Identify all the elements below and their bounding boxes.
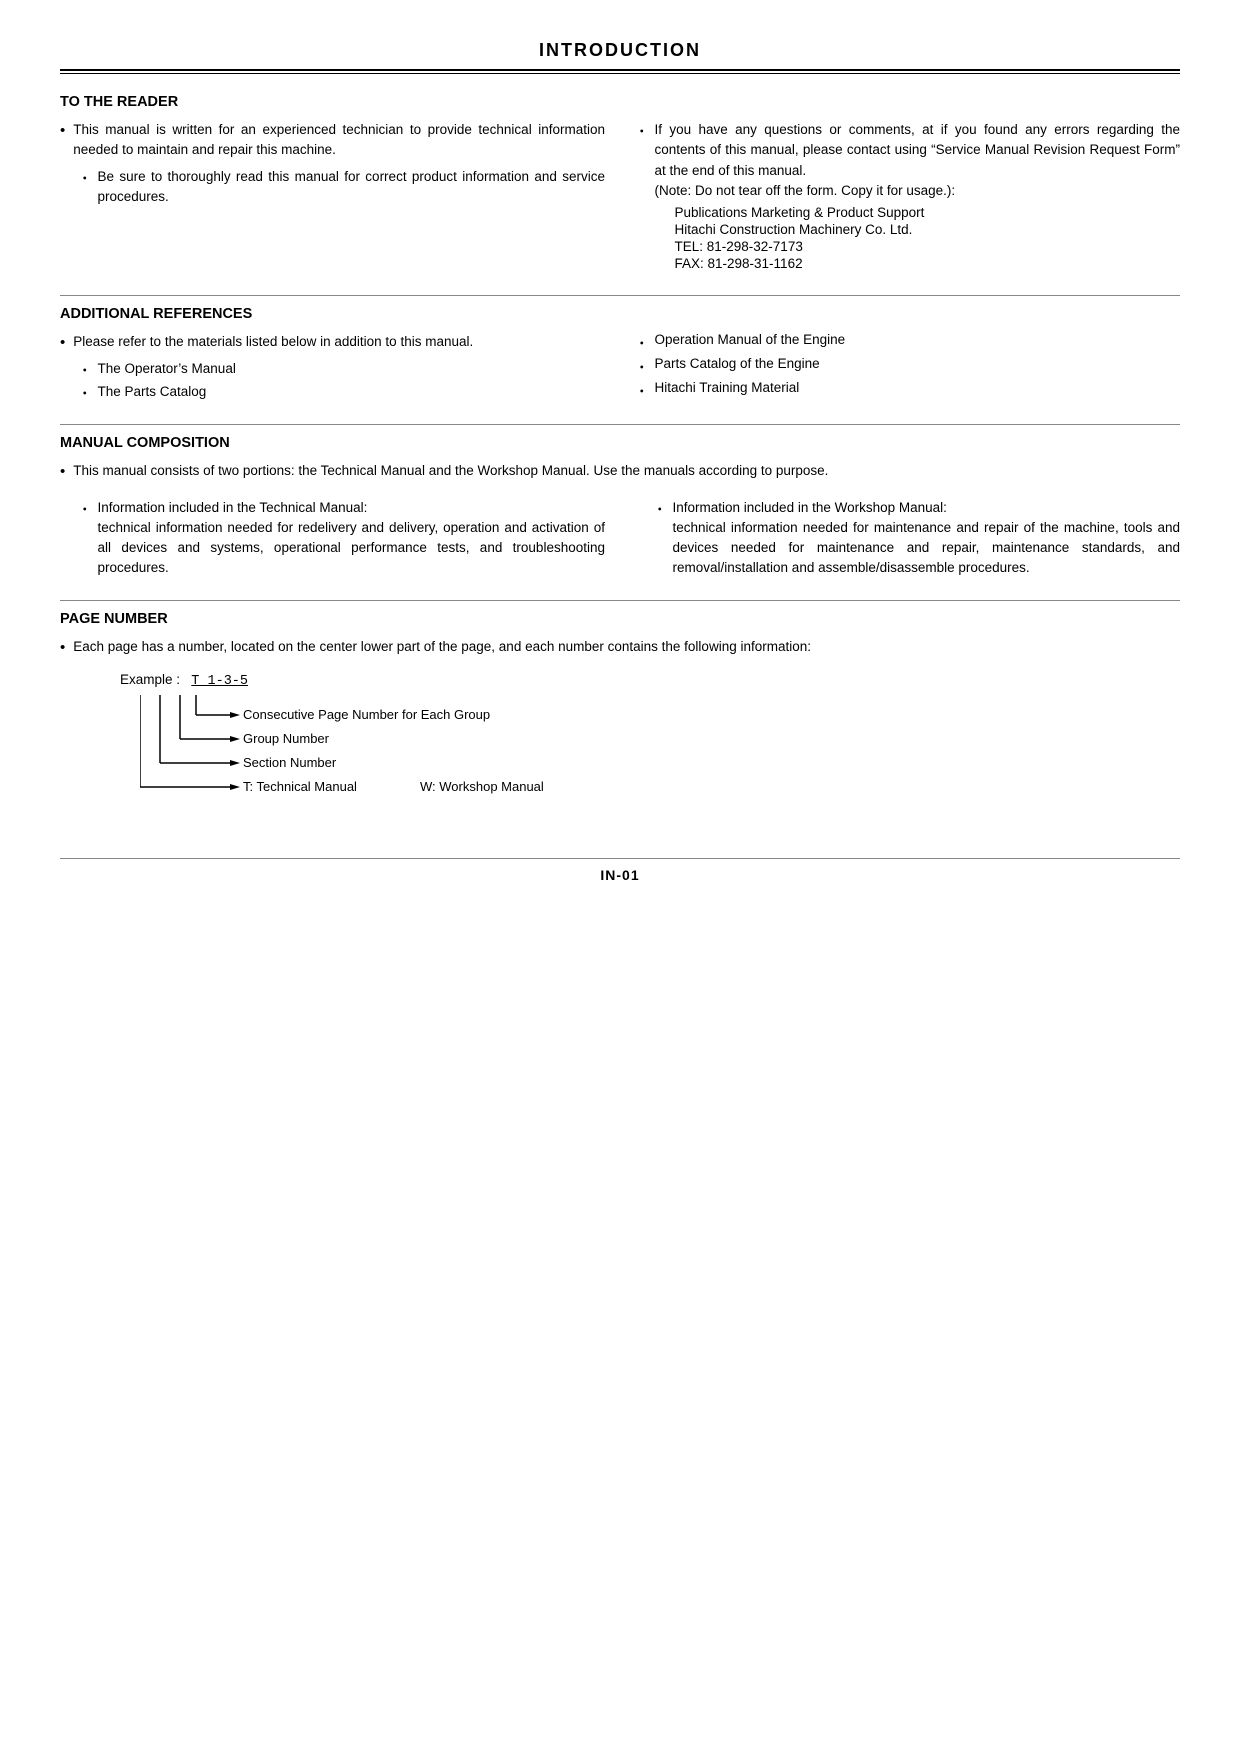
right-item-dot-1: ・	[635, 332, 649, 352]
section-rule-additional	[60, 295, 1180, 296]
reader-bullet-1: • This manual is written for an experien…	[60, 120, 605, 161]
contact-line-1: Publications Marketing & Product Support	[675, 205, 1181, 220]
additional-sub-2: ・ The Parts Catalog	[78, 382, 605, 402]
additional-left-col: • Please refer to the materials listed b…	[60, 332, 605, 406]
section-manual-composition: MANUAL COMPOSITION • This manual consist…	[60, 435, 1180, 582]
composition-right-label: Information included in the Workshop Man…	[673, 500, 947, 515]
title-rule-bottom	[60, 73, 1180, 74]
section-heading-pagenumber: PAGE NUMBER	[60, 611, 1180, 627]
reader-sub-1-text: Be sure to thoroughly read this manual f…	[98, 167, 606, 208]
additional-two-col: • Please refer to the materials listed b…	[60, 332, 1180, 406]
composition-left-body: technical information needed for redeliv…	[98, 520, 606, 576]
example-value: T 1-3-5	[191, 674, 248, 689]
additional-right-text-2: Parts Catalog of the Engine	[655, 356, 820, 371]
additional-right-text-1: Operation Manual of the Engine	[655, 332, 846, 347]
additional-sub-1: ・ The Operator’s Manual	[78, 359, 605, 379]
page-footer-rule	[60, 858, 1180, 859]
contact-line-3: TEL: 81-298-32-7173	[675, 239, 1181, 254]
composition-left-text: Information included in the Technical Ma…	[98, 498, 606, 579]
example-label-text: Example : T 1-3-5	[120, 672, 1180, 689]
comp-left-dot: ・	[78, 498, 92, 518]
pagenumber-bullet-1: • Each page has a number, located on the…	[60, 637, 1180, 658]
reader-sub-list: ・ Be sure to thoroughly read this manual…	[78, 167, 605, 208]
pagenumber-dot: •	[60, 637, 65, 658]
composition-two-col: ・ Information included in the Technical …	[60, 492, 1180, 582]
section-rule-pagenumber	[60, 600, 1180, 601]
additional-right-col: ・ Operation Manual of the Engine ・ Parts…	[635, 332, 1180, 406]
reader-right-text-1: If you have any questions or comments, a…	[655, 120, 1181, 181]
reader-right-bullet-1: ・ If you have any questions or comments,…	[635, 120, 1180, 273]
additional-sub-dot-2: ・	[78, 382, 92, 402]
composition-intro-text: This manual consists of two portions: th…	[73, 461, 828, 481]
reader-right-col: ・ If you have any questions or comments,…	[635, 120, 1180, 277]
right-item-dot-3: ・	[635, 380, 649, 400]
reader-bullet-1-text: This manual is written for an experience…	[73, 120, 605, 161]
contact-line-2: Hitachi Construction Machinery Co. Ltd.	[675, 222, 1181, 237]
additional-sub-1-text: The Operator’s Manual	[98, 359, 236, 379]
additional-sub-list: ・ The Operator’s Manual ・ The Parts Cata…	[78, 359, 605, 403]
composition-left-list: ・ Information included in the Technical …	[78, 498, 605, 579]
right-dot-1: ・	[635, 120, 649, 140]
comp-right-dot: ・	[653, 498, 667, 518]
additional-right-item-1: ・ Operation Manual of the Engine	[635, 332, 1180, 352]
composition-intro-list: • This manual consists of two portions: …	[60, 461, 1180, 482]
contact-block: Publications Marketing & Product Support…	[675, 205, 1181, 271]
arrow2-text: Group Number	[243, 731, 330, 746]
arrow4-text2: W: Workshop Manual	[420, 779, 544, 794]
page-number-diagram: Consecutive Page Number for Each Group G…	[140, 695, 1180, 828]
additional-right-item-3: ・ Hitachi Training Material	[635, 380, 1180, 400]
section-heading-reader: TO THE READER	[60, 94, 1180, 110]
title-rule-top	[60, 69, 1180, 71]
additional-left-list: • Please refer to the materials listed b…	[60, 332, 605, 353]
page-footer: IN-01	[60, 867, 1180, 883]
bullet-dot-1: •	[60, 120, 65, 141]
section-additional-references: ADDITIONAL REFERENCES • Please refer to …	[60, 306, 1180, 406]
additional-dot-1: •	[60, 332, 65, 353]
sub-dot-1: ・	[78, 167, 92, 187]
pagenumber-text: Each page has a number, located on the c…	[73, 637, 811, 657]
arrow1-text: Consecutive Page Number for Each Group	[243, 707, 490, 722]
additional-right-text-3: Hitachi Training Material	[655, 380, 800, 395]
composition-left-col: ・ Information included in the Technical …	[60, 492, 605, 582]
composition-right-item: ・ Information included in the Workshop M…	[653, 498, 1180, 579]
section-to-the-reader: TO THE READER • This manual is written f…	[60, 94, 1180, 277]
page-title: INTRODUCTION	[60, 40, 1180, 61]
reader-left-col: • This manual is written for an experien…	[60, 120, 605, 277]
composition-left-item: ・ Information included in the Technical …	[78, 498, 605, 579]
composition-intro-item: • This manual consists of two portions: …	[60, 461, 1180, 482]
additional-bullet-1: • Please refer to the materials listed b…	[60, 332, 605, 353]
composition-left-label: Information included in the Technical Ma…	[98, 500, 368, 515]
composition-right-col: ・ Information included in the Workshop M…	[635, 492, 1180, 582]
page-number-svg: Consecutive Page Number for Each Group G…	[140, 695, 620, 825]
section-heading-additional: ADDITIONAL REFERENCES	[60, 306, 1180, 322]
reader-two-col: • This manual is written for an experien…	[60, 120, 1180, 277]
additional-bullet-1-text: Please refer to the materials listed bel…	[73, 332, 473, 352]
section-page-number: PAGE NUMBER • Each page has a number, lo…	[60, 611, 1180, 828]
contact-line-4: FAX: 81-298-31-1162	[675, 256, 1181, 271]
reader-note: (Note: Do not tear off the form. Copy it…	[655, 181, 1181, 201]
arrow4-text: T: Technical Manual	[243, 779, 357, 794]
additional-right-list: ・ Operation Manual of the Engine ・ Parts…	[635, 332, 1180, 400]
section-heading-composition: MANUAL COMPOSITION	[60, 435, 1180, 451]
additional-sub-2-text: The Parts Catalog	[98, 382, 207, 402]
example-block: Example : T 1-3-5 Consecutive Page Numbe…	[120, 672, 1180, 828]
arrow3-text: Section Number	[243, 755, 337, 770]
composition-right-text: Information included in the Workshop Man…	[673, 498, 1181, 579]
reader-left-list: • This manual is written for an experien…	[60, 120, 605, 161]
section-rule-composition	[60, 424, 1180, 425]
composition-dot: •	[60, 461, 65, 482]
pagenumber-list: • Each page has a number, located on the…	[60, 637, 1180, 658]
reader-right-list: ・ If you have any questions or comments,…	[635, 120, 1180, 273]
additional-sub-dot-1: ・	[78, 359, 92, 379]
example-word: Example :	[120, 672, 180, 687]
composition-right-list: ・ Information included in the Workshop M…	[653, 498, 1180, 579]
reader-right-bullet-1-content: If you have any questions or comments, a…	[655, 120, 1181, 273]
right-item-dot-2: ・	[635, 356, 649, 376]
reader-sub-1: ・ Be sure to thoroughly read this manual…	[78, 167, 605, 208]
additional-right-item-2: ・ Parts Catalog of the Engine	[635, 356, 1180, 376]
composition-right-body: technical information needed for mainten…	[673, 520, 1181, 576]
